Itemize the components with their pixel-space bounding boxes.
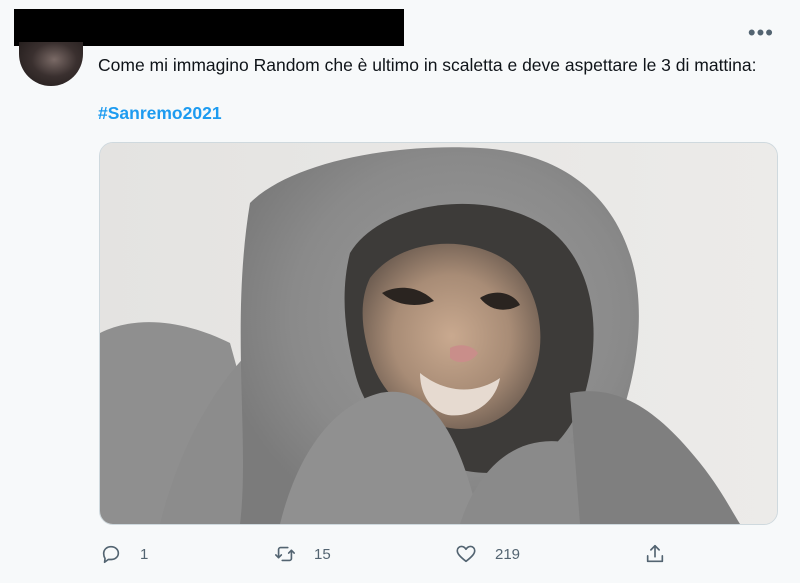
redacted-username bbox=[14, 9, 404, 46]
cat-in-blanket-photo bbox=[100, 143, 777, 524]
avatar[interactable] bbox=[19, 42, 83, 86]
tweet-text: Come mi immagino Random che è ultimo in … bbox=[98, 55, 757, 75]
retweet-button[interactable]: 15 bbox=[274, 538, 331, 570]
tweet-media-image[interactable] bbox=[99, 142, 778, 525]
reply-icon bbox=[102, 545, 120, 564]
like-icon bbox=[456, 545, 476, 563]
tweet-actions: 1 15 219 bbox=[0, 538, 800, 570]
reply-button[interactable]: 1 bbox=[100, 538, 148, 570]
retweet-count: 15 bbox=[314, 545, 331, 563]
tweet-card[interactable]: ••• Come mi immagino Random che è ultimo… bbox=[0, 0, 800, 583]
more-icon[interactable]: ••• bbox=[748, 22, 774, 44]
retweet-icon bbox=[275, 546, 295, 562]
reply-count: 1 bbox=[140, 545, 149, 563]
hashtag-link[interactable]: #Sanremo2021 bbox=[98, 103, 222, 124]
share-button[interactable] bbox=[644, 538, 666, 570]
share-icon bbox=[646, 544, 664, 563]
like-button[interactable]: 219 bbox=[455, 538, 520, 570]
like-count: 219 bbox=[495, 545, 521, 563]
